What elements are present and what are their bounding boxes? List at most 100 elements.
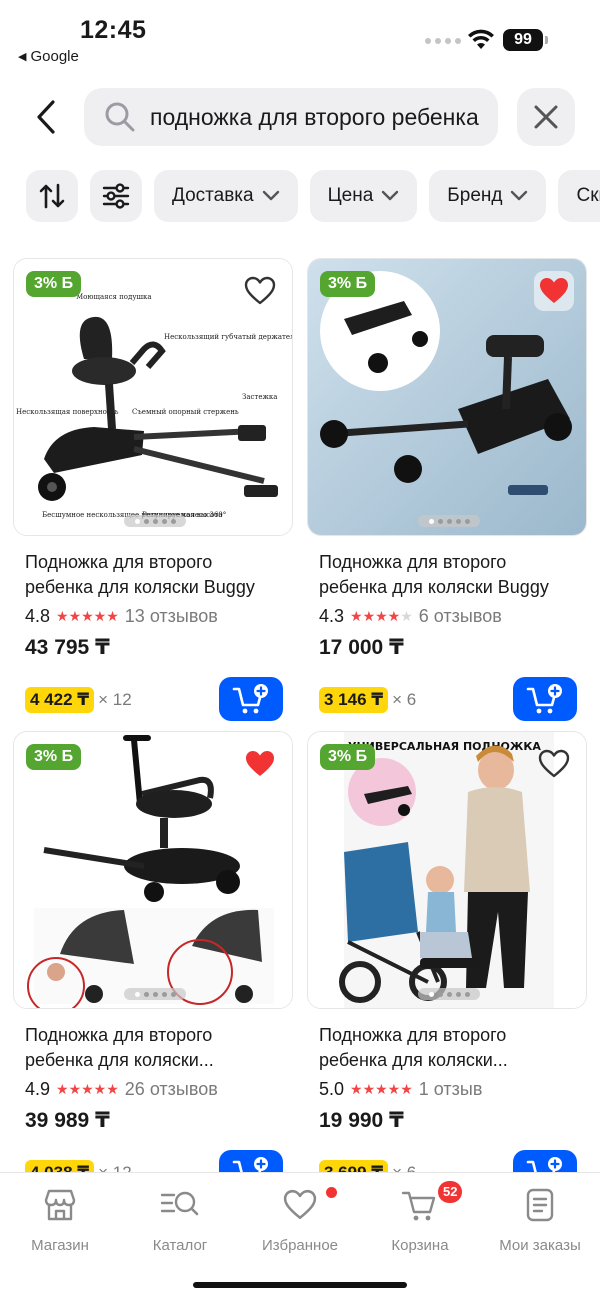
- wifi-icon: [468, 29, 494, 49]
- installment-row: 4 422 ₸ × 12: [13, 677, 293, 721]
- favorite-button[interactable]: [534, 744, 574, 784]
- product-photo[interactable]: 3% Б: [307, 258, 587, 536]
- reviews-count: 13 отзывов: [124, 605, 218, 626]
- sort-button[interactable]: [26, 170, 78, 222]
- tab-orders-label: Мои заказы: [499, 1237, 581, 1254]
- favorite-button[interactable]: [534, 271, 574, 311]
- close-icon: [534, 105, 558, 129]
- heart-outline-icon: [244, 276, 276, 305]
- rating-value: 4.3: [319, 605, 345, 626]
- tab-store-label: Магазин: [31, 1237, 89, 1254]
- back-to-app-link[interactable]: ◀ Google: [18, 48, 79, 65]
- tab-cart[interactable]: 52 Корзина: [360, 1181, 480, 1254]
- chevron-down-icon: [382, 190, 399, 201]
- reviews-count: 1 отзыв: [418, 1078, 483, 1099]
- product-photo[interactable]: 3% Б: [13, 731, 293, 1009]
- back-button[interactable]: [26, 94, 66, 140]
- product-photo[interactable]: УНИВЕРСАЛЬНАЯ ПОДНОЖКА 3% Б: [307, 731, 587, 1009]
- sort-icon: [39, 183, 65, 209]
- filters-button[interactable]: [90, 170, 142, 222]
- product-card[interactable]: Моющаяся подушка Нескользящий губчатый д…: [13, 258, 293, 721]
- product-rating: 4.8 ★★★★★ 13 отзывов: [13, 603, 293, 629]
- tab-catalog[interactable]: Каталог: [120, 1185, 240, 1254]
- bottom-tab-bar: Магазин Каталог Избранное 52 Корзина Мои…: [0, 1172, 600, 1300]
- cart-plus-icon: [232, 684, 268, 714]
- cashback-badge: 3% Б: [320, 744, 376, 770]
- product-rating: 4.9 ★★★★★ 26 отзывов: [13, 1076, 293, 1102]
- heart-outline-icon: [538, 749, 570, 778]
- battery-level: 99: [503, 29, 543, 51]
- filter-price-label: Цена: [327, 185, 374, 206]
- add-to-cart-button[interactable]: [219, 677, 283, 721]
- cashback-badge: 3% Б: [320, 271, 376, 297]
- search-input[interactable]: подножка для второго ребенка: [84, 88, 498, 146]
- tab-store[interactable]: Магазин: [0, 1185, 120, 1254]
- product-price: 43 795 ₸: [25, 636, 110, 659]
- product-title[interactable]: Подножка для второго ребенка для коляски…: [13, 1023, 293, 1073]
- photo-label: Нескользящая поверхность: [16, 408, 119, 416]
- chevron-down-icon: [511, 190, 528, 201]
- rating-value: 4.8: [25, 605, 51, 626]
- tab-favorites[interactable]: Избранное: [240, 1185, 360, 1254]
- product-card[interactable]: 3% Б Подножка для второго ребенка для ко…: [307, 258, 587, 721]
- rating-stars: ★★★★★: [56, 1080, 119, 1097]
- installment-price: 4 422 ₸: [25, 687, 95, 713]
- product-photo[interactable]: Моющаяся подушка Нескользящий губчатый д…: [13, 258, 293, 536]
- tab-catalog-label: Каталог: [152, 1237, 208, 1254]
- favorite-button[interactable]: [240, 271, 280, 311]
- filter-delivery[interactable]: Доставка: [154, 170, 298, 222]
- catalog-search-icon: [160, 1191, 199, 1216]
- chevron-left-icon: [37, 100, 55, 134]
- image-pager: [124, 515, 186, 527]
- filter-brand[interactable]: Бренд: [429, 170, 547, 222]
- sliders-icon: [102, 183, 130, 209]
- signal-icon: [425, 38, 461, 44]
- rating-value: 4.9: [25, 1078, 51, 1099]
- image-pager: [418, 515, 480, 527]
- search-query: подножка для второго ребенка: [150, 103, 479, 130]
- photo-label: Застежка: [242, 393, 277, 401]
- product-title[interactable]: Подножка для второго ребенка для коляски…: [13, 550, 293, 600]
- installment-row: 3 146 ₸ × 6: [307, 677, 587, 721]
- product-price: 19 990 ₸: [319, 1109, 404, 1132]
- product-price: 39 989 ₸: [25, 1109, 110, 1132]
- clear-search-button[interactable]: [517, 88, 575, 146]
- product-card[interactable]: УНИВЕРСАЛЬНАЯ ПОДНОЖКА 3% Б Подножка для…: [307, 731, 587, 1194]
- chevron-down-icon: [262, 190, 279, 201]
- rating-stars: ★★★★★: [350, 607, 413, 624]
- photo-label: Моющаяся подушка: [76, 293, 152, 301]
- rating-value: 5.0: [319, 1078, 345, 1099]
- home-indicator[interactable]: [193, 1282, 407, 1288]
- battery-tip: [545, 36, 548, 44]
- add-to-cart-button[interactable]: [513, 677, 577, 721]
- cashback-badge: 3% Б: [26, 744, 82, 770]
- image-pager: [124, 988, 186, 1000]
- product-card[interactable]: 3% Б Подножка для второго ребенка для ко…: [13, 731, 293, 1194]
- reviews-count: 26 отзывов: [124, 1078, 218, 1099]
- favorite-button[interactable]: [240, 744, 280, 784]
- filter-bar: Доставка Цена Бренд Ски: [26, 170, 600, 222]
- tab-cart-label: Корзина: [391, 1237, 449, 1254]
- photo-label: Нескользящий губчатый держатель: [164, 333, 293, 341]
- store-icon: [44, 1189, 76, 1221]
- image-pager: [418, 988, 480, 1000]
- search-icon: [105, 102, 135, 132]
- filter-delivery-label: Доставка: [172, 185, 254, 206]
- tab-favorites-label: Избранное: [261, 1237, 339, 1254]
- product-title[interactable]: Подножка для второго ребенка для коляски…: [307, 1023, 587, 1073]
- installment-times: × 12: [98, 690, 132, 709]
- reviews-count: 6 отзывов: [418, 605, 502, 626]
- tab-orders[interactable]: Мои заказы: [480, 1185, 600, 1254]
- cart-count-badge: 52: [438, 1181, 463, 1203]
- heart-filled-icon: [246, 751, 274, 776]
- product-title[interactable]: Подножка для второго ребенка для коляски…: [307, 550, 587, 600]
- filter-discounts[interactable]: Ски: [558, 170, 600, 222]
- cart-icon: [401, 1191, 436, 1221]
- filter-price[interactable]: Цена: [309, 170, 418, 222]
- filter-brand-label: Бренд: [447, 185, 503, 206]
- favorites-notification-dot: [326, 1187, 337, 1198]
- rating-stars: ★★★★★: [350, 1080, 413, 1097]
- product-rating: 5.0 ★★★★★ 1 отзыв: [307, 1076, 587, 1102]
- product-rating: 4.3 ★★★★★ 6 отзывов: [307, 603, 587, 629]
- status-time: 12:45: [80, 16, 147, 44]
